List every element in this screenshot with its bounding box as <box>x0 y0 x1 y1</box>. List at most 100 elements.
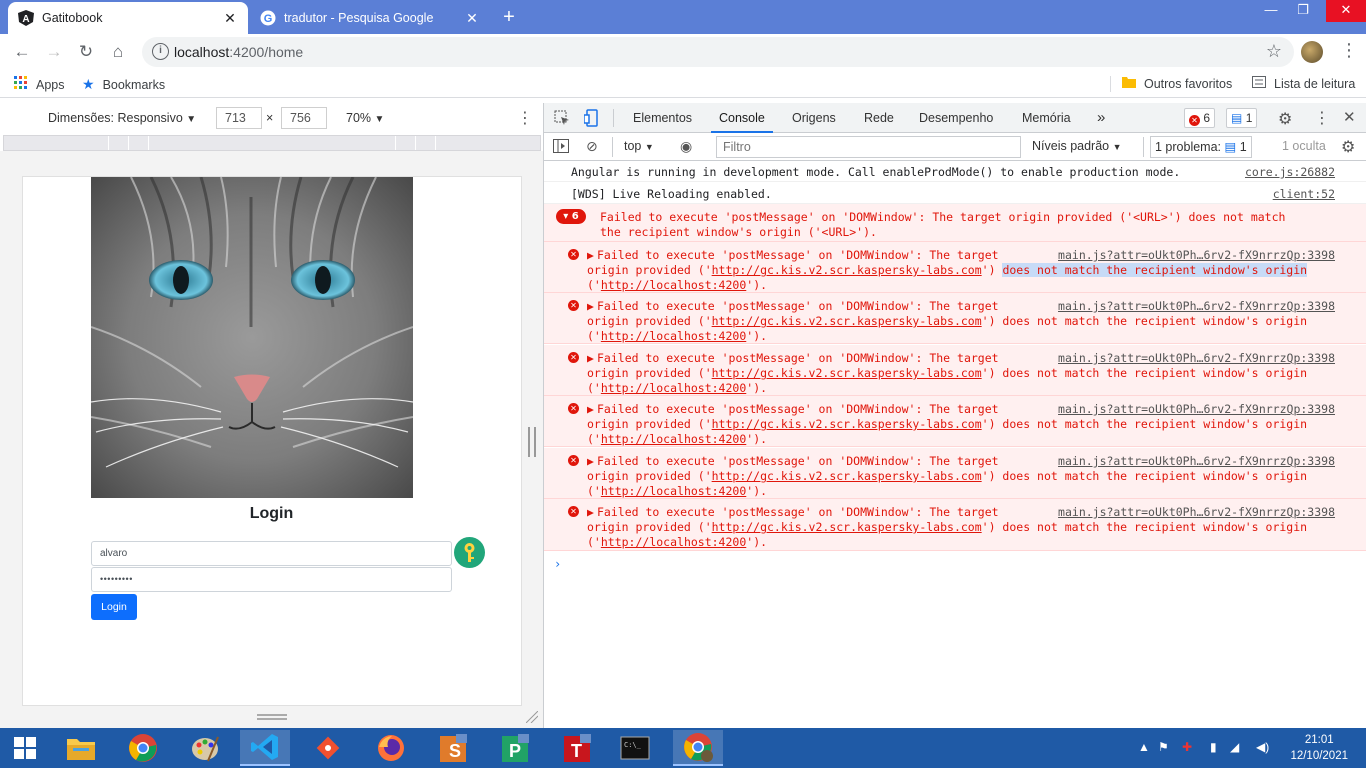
username-input[interactable]: alvaro <box>91 541 452 566</box>
source-link[interactable]: main.js?attr=oUkt0Ph…6rv2-fX9nrrzQp:3398 <box>1058 454 1335 468</box>
site-info-icon[interactable]: i <box>152 43 169 60</box>
source-link[interactable]: main.js?attr=oUkt0Ph…6rv2-fX9nrrzQp:3398 <box>1058 505 1335 519</box>
bookmark-bookmarks[interactable]: ★ Bookmarks <box>82 76 165 93</box>
tab-performance[interactable]: Desempenho <box>911 103 1001 133</box>
volume-icon[interactable]: ◀) <box>1256 740 1269 754</box>
device-toolbar-toggle-icon[interactable] <box>583 109 600 130</box>
network-flag-icon[interactable]: ⚑ <box>1158 740 1169 754</box>
origin-link[interactable]: http://localhost:4200 <box>601 484 746 498</box>
zoom-select[interactable]: 70% ▼ <box>346 111 384 125</box>
tab-memory[interactable]: Memória <box>1014 103 1079 133</box>
dimensions-select[interactable]: Dimensões: Responsivo ▼ <box>48 111 196 125</box>
bookmark-other-favorites[interactable]: Outros favoritos <box>1122 76 1232 91</box>
settings-gear-icon[interactable]: ⚙ <box>1278 109 1292 129</box>
inspect-element-icon[interactable] <box>554 110 570 129</box>
tab-elements[interactable]: Elementos <box>625 103 700 133</box>
viewport-width-input[interactable] <box>216 107 262 129</box>
restore-button[interactable]: ❐ <box>1288 0 1318 22</box>
source-link[interactable]: main.js?attr=oUkt0Ph…6rv2-fX9nrrzQp:3398 <box>1058 299 1335 313</box>
error-url-link[interactable]: http://gc.kis.v2.scr.kaspersky-labs.com <box>712 469 982 483</box>
grouped-error-entry[interactable]: ▾ 6 Failed to execute 'postMessage' on '… <box>544 204 1366 242</box>
address-bar[interactable]: i localhost:4200/home ☆ <box>142 37 1294 67</box>
expand-arrow-icon[interactable]: ▶ <box>587 351 594 365</box>
devtools-menu-icon[interactable]: ⋮ <box>1314 108 1330 128</box>
source-link[interactable]: main.js?attr=oUkt0Ph…6rv2-fX9nrrzQp:3398 <box>1058 402 1335 416</box>
git-kraken-icon[interactable] <box>303 730 353 766</box>
message-count-badge[interactable]: ▤ 1 <box>1226 108 1258 128</box>
paint-icon[interactable] <box>180 730 230 766</box>
more-tabs-icon[interactable]: » <box>1089 103 1113 133</box>
expand-arrow-icon[interactable]: ▶ <box>587 454 594 468</box>
password-manager-key-icon[interactable] <box>454 537 485 568</box>
pycharm-like-app-icon[interactable]: P <box>490 730 540 766</box>
start-button[interactable] <box>0 730 50 766</box>
console-error-entry[interactable]: ✕ ▶ Failed to execute 'postMessage' on 'DO… <box>544 242 1366 293</box>
live-expression-eye-icon[interactable]: ◉ <box>680 138 692 155</box>
console-settings-gear-icon[interactable]: ⚙ <box>1341 137 1355 157</box>
sidebar-toggle-icon[interactable] <box>553 139 569 156</box>
home-button[interactable]: ⌂ <box>105 40 131 64</box>
viewport-resize-handle[interactable] <box>528 427 536 457</box>
taskbar-clock[interactable]: 21:01 12/10/2021 <box>1290 732 1348 764</box>
bookmark-star-icon[interactable]: ☆ <box>1266 41 1282 62</box>
error-count-badge[interactable]: ✕ 6 <box>1184 108 1216 128</box>
resize-corner-icon[interactable] <box>525 710 539 724</box>
source-link[interactable]: core.js:26882 <box>1245 165 1335 179</box>
expand-arrow-icon[interactable]: ▶ <box>587 299 594 313</box>
origin-link[interactable]: http://localhost:4200 <box>601 381 746 395</box>
bookmark-apps[interactable]: Apps <box>14 76 65 93</box>
reading-list[interactable]: Lista de leitura <box>1252 76 1355 91</box>
close-tab-icon[interactable]: ✕ <box>464 10 480 26</box>
login-button[interactable]: Login <box>91 594 137 620</box>
avatar[interactable] <box>1301 41 1323 63</box>
new-tab-button[interactable]: + <box>498 6 520 29</box>
console-error-entry[interactable]: ✕ ▶ Failed to execute 'postMessage' on 'DO… <box>544 448 1366 499</box>
sublime-like-app-icon[interactable]: S <box>428 730 478 766</box>
battery-icon[interactable]: ▮ <box>1210 740 1217 754</box>
error-url-link[interactable]: http://gc.kis.v2.scr.kaspersky-labs.com <box>712 417 982 431</box>
file-explorer-icon[interactable] <box>56 730 106 766</box>
typora-like-app-icon[interactable]: T <box>552 730 602 766</box>
password-input[interactable]: ••••••••• <box>91 567 452 592</box>
source-link[interactable]: main.js?attr=oUkt0Ph…6rv2-fX9nrrzQp:3398 <box>1058 351 1335 365</box>
back-button[interactable]: ← <box>9 40 35 64</box>
show-hidden-icons-icon[interactable]: ▲ <box>1138 740 1150 754</box>
chrome-active-window-icon[interactable] <box>673 730 723 766</box>
origin-link[interactable]: http://localhost:4200 <box>601 329 746 343</box>
origin-link[interactable]: http://localhost:4200 <box>601 432 746 446</box>
error-url-link[interactable]: http://gc.kis.v2.scr.kaspersky-labs.com <box>712 520 982 534</box>
console-prompt-caret-icon[interactable]: › <box>554 557 561 571</box>
chrome-taskbar-icon[interactable] <box>118 730 168 766</box>
media-query-bar[interactable] <box>3 135 541 151</box>
issues-button[interactable]: 1 problema: ▤ 1 <box>1150 136 1252 158</box>
viewport-height-input[interactable] <box>281 107 327 129</box>
error-url-link[interactable]: http://gc.kis.v2.scr.kaspersky-labs.com <box>712 366 982 380</box>
minimize-button[interactable]: — <box>1256 0 1286 22</box>
console-error-entry[interactable]: ✕ ▶ Failed to execute 'postMessage' on 'DO… <box>544 499 1366 551</box>
tab-sources[interactable]: Origens <box>784 103 844 133</box>
context-select[interactable]: top ▼ <box>624 139 654 153</box>
tab-google-search[interactable]: G tradutor - Pesquisa Google ✕ <box>250 2 490 34</box>
log-levels-select[interactable]: Níveis padrão ▼ <box>1032 139 1122 153</box>
console-error-entry[interactable]: ✕ ▶ Failed to execute 'postMessage' on 'DO… <box>544 396 1366 447</box>
reload-button[interactable]: ↻ <box>73 40 99 64</box>
security-tray-icon[interactable]: ✚ <box>1182 740 1192 754</box>
console-error-entry[interactable]: ✕ ▶ Failed to execute 'postMessage' on 'DO… <box>544 345 1366 396</box>
console-filter-input[interactable]: Filtro <box>716 136 1021 158</box>
vscode-icon[interactable] <box>240 730 290 766</box>
clear-console-icon[interactable]: ⊘ <box>586 138 598 155</box>
close-window-button[interactable]: ✕ <box>1326 0 1366 22</box>
expand-arrow-icon[interactable]: ▶ <box>587 505 594 519</box>
tab-gatitobook[interactable]: A Gatitobook ✕ <box>8 2 248 34</box>
wifi-signal-icon[interactable]: ◢ <box>1230 740 1239 754</box>
tab-console[interactable]: Console <box>711 103 773 133</box>
close-tab-icon[interactable]: ✕ <box>222 10 238 26</box>
console-error-entry[interactable]: ✕ ▶ Failed to execute 'postMessage' on 'DO… <box>544 293 1366 344</box>
source-link[interactable]: client:52 <box>1273 187 1335 201</box>
close-devtools-icon[interactable]: ✕ <box>1343 108 1356 126</box>
firefox-icon[interactable] <box>366 730 416 766</box>
browser-menu-icon[interactable]: ⋮ <box>1340 40 1358 61</box>
more-options-icon[interactable]: ⋮ <box>517 108 533 128</box>
source-link[interactable]: main.js?attr=oUkt0Ph…6rv2-fX9nrrzQp:3398 <box>1058 248 1335 262</box>
command-prompt-icon[interactable]: C:\_ <box>610 730 660 766</box>
